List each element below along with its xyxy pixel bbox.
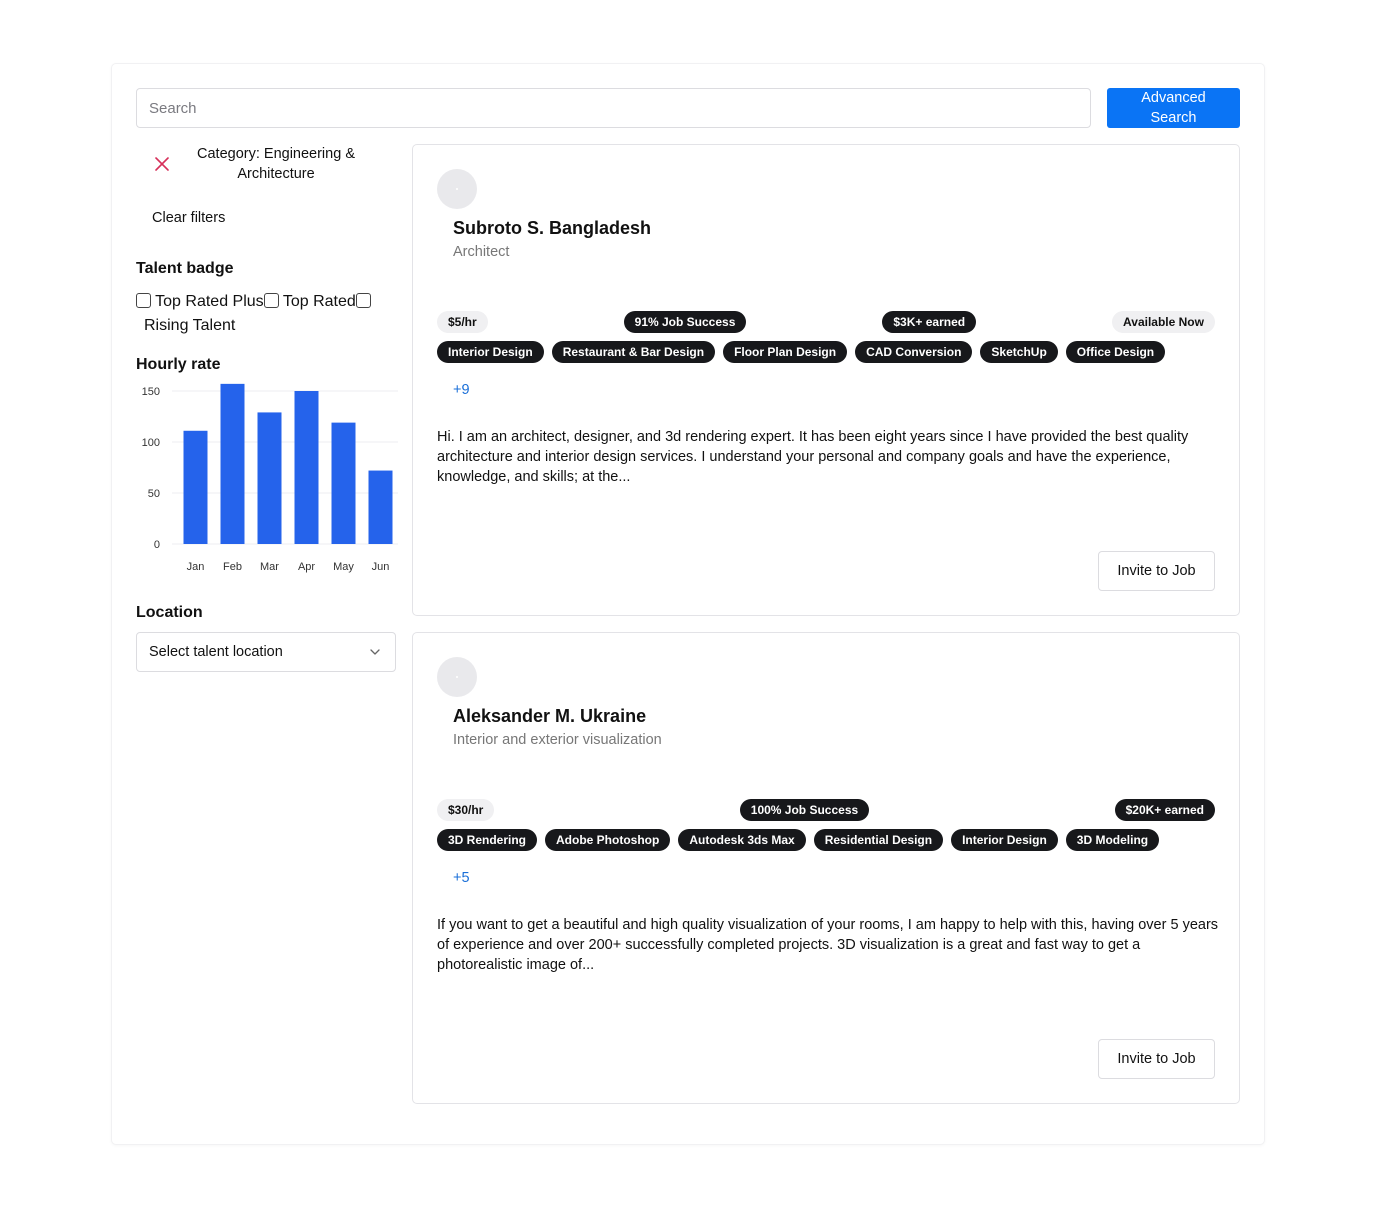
rate-badge: $5/hr [437, 311, 488, 333]
x-tick-label: May [333, 561, 354, 573]
skills-list: Interior Design Restaurant & Bar Design … [437, 341, 1215, 363]
skill-tag[interactable]: Interior Design [437, 341, 544, 363]
chart-bar [331, 422, 356, 544]
checkbox-rising-talent[interactable] [355, 293, 371, 308]
invite-to-job-button[interactable]: Invite to Job [1098, 1039, 1215, 1079]
more-skills-link[interactable]: +5 [453, 870, 470, 886]
location-select[interactable]: Select talent location [136, 632, 396, 672]
freelancer-stats: $5/hr 91% Job Success $3K+ earned Availa… [437, 311, 1215, 333]
x-tick-label: Feb [223, 561, 242, 573]
skill-tag[interactable]: Floor Plan Design [723, 341, 848, 363]
y-tick-label: 150 [142, 386, 160, 398]
freelancer-name[interactable]: Aleksander M. Ukraine [453, 706, 646, 727]
availability-badge: Available Now [1112, 311, 1215, 333]
x-tick-label: Mar [260, 561, 279, 573]
y-tick-label: 100 [142, 437, 160, 449]
freelancer-bio: Hi. I am an architect, designer, and 3d … [437, 429, 1189, 485]
chart-bar [257, 412, 282, 544]
chart-bar [368, 470, 393, 544]
y-tick-label: 50 [148, 488, 160, 500]
close-icon[interactable] [152, 154, 172, 174]
skill-tag[interactable]: Office Design [1065, 341, 1166, 363]
label-top-rated-plus[interactable]: Top Rated Plus [155, 293, 264, 310]
advanced-search-button[interactable]: Advanced Search [1107, 88, 1240, 128]
skill-tag[interactable]: Interior Design [951, 829, 1058, 851]
label-top-rated[interactable]: Top Rated [283, 293, 356, 310]
skills-list: 3D Rendering Adobe Photoshop Autodesk 3d… [437, 829, 1215, 851]
skill-tag[interactable]: Residential Design [813, 829, 944, 851]
x-tick-label: Jan [187, 561, 205, 573]
rate-badge: $30/hr [437, 799, 495, 821]
chevron-down-icon [370, 649, 380, 655]
label-rising-talent[interactable]: Rising Talent [144, 317, 235, 334]
x-tick-label: Apr [298, 561, 315, 573]
chart-bar [294, 391, 319, 544]
skill-tag[interactable]: 3D Rendering [437, 829, 538, 851]
freelancer-card: Aleksander M. Ukraine Interior and exter… [412, 632, 1240, 1104]
search-input[interactable] [136, 88, 1091, 128]
job-success-badge: 91% Job Success [623, 311, 747, 333]
location-select-value: Select talent location [149, 644, 283, 660]
earned-badge: $3K+ earned [882, 311, 977, 333]
avatar [437, 657, 477, 697]
clear-filters-button[interactable]: Clear filters [152, 210, 225, 226]
freelancer-bio: If you want to get a beautiful and high … [437, 917, 1219, 973]
y-tick-label: 0 [154, 539, 160, 551]
invite-to-job-button[interactable]: Invite to Job [1098, 551, 1215, 591]
skill-tag[interactable]: Autodesk 3ds Max [678, 829, 806, 851]
skill-tag[interactable]: 3D Modeling [1065, 829, 1160, 851]
job-success-badge: 100% Job Success [739, 799, 870, 821]
active-filter-chip: Category: Engineering & Architecture [136, 144, 396, 184]
freelancer-title: Architect [453, 244, 510, 260]
skill-tag[interactable]: Restaurant & Bar Design [551, 341, 716, 363]
talent-badge-heading: Talent badge [136, 260, 234, 277]
location-heading: Location [136, 604, 203, 621]
hourly-rate-chart: 0 50 100 150 Jan Feb Mar Apr May Jun [142, 383, 398, 573]
skill-tag[interactable]: SketchUp [980, 341, 1058, 363]
earned-badge: $20K+ earned [1114, 799, 1215, 821]
chart-bar [183, 430, 208, 544]
skill-tag[interactable]: CAD Conversion [855, 341, 973, 363]
talent-search-panel: Advanced Search Category: Engineering & … [112, 64, 1264, 1144]
talent-badge-options: Top Rated Plus Top Rated Rising Talent [136, 290, 398, 338]
chart-bar [220, 383, 245, 544]
checkbox-top-rated-plus[interactable] [136, 293, 151, 308]
freelancer-name[interactable]: Subroto S. Bangladesh [453, 218, 651, 239]
more-skills-link[interactable]: +9 [453, 382, 470, 398]
active-filter-label: Category: Engineering & Architecture [197, 146, 355, 182]
freelancer-stats: $30/hr 100% Job Success $20K+ earned [437, 799, 1215, 821]
avatar [437, 169, 477, 209]
skill-tag[interactable]: Adobe Photoshop [545, 829, 671, 851]
hourly-rate-heading: Hourly rate [136, 356, 221, 373]
freelancer-title: Interior and exterior visualization [453, 732, 662, 748]
freelancer-card: Subroto S. Bangladesh Architect $5/hr 91… [412, 144, 1240, 616]
checkbox-top-rated[interactable] [263, 293, 279, 308]
x-tick-label: Jun [372, 561, 390, 573]
